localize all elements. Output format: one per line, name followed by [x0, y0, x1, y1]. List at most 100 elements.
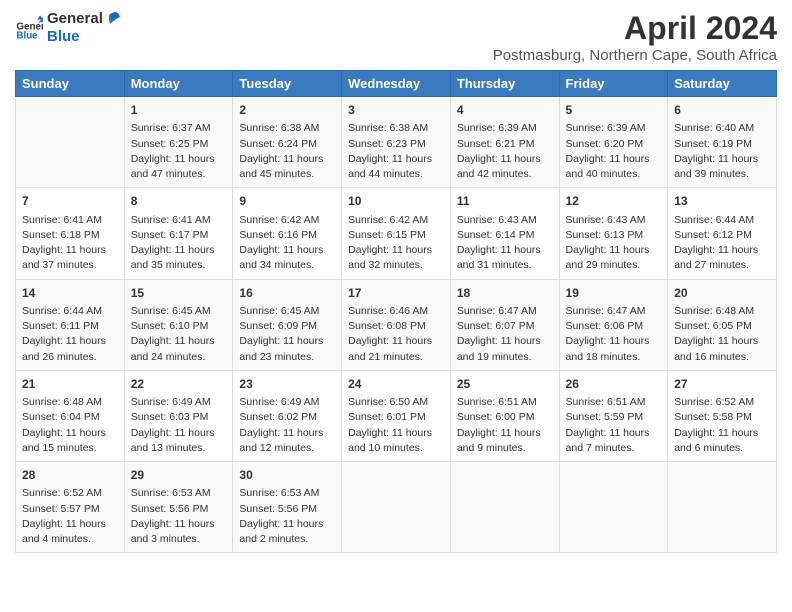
day-info-line: Sunrise: 6:38 AM: [348, 121, 444, 136]
day-info-line: Sunset: 6:23 PM: [348, 137, 444, 152]
day-info-line: Daylight: 11 hours: [348, 243, 444, 258]
day-info-line: Sunrise: 6:45 AM: [239, 304, 335, 319]
day-number: 28: [22, 467, 118, 484]
day-number: 10: [348, 193, 444, 210]
day-info-line: Sunset: 5:56 PM: [131, 502, 227, 517]
day-info-line: Sunset: 6:18 PM: [22, 228, 118, 243]
calendar-cell: 10Sunrise: 6:42 AMSunset: 6:15 PMDayligh…: [342, 188, 451, 279]
day-info-line: Daylight: 11 hours: [566, 334, 662, 349]
day-info-line: Sunrise: 6:46 AM: [348, 304, 444, 319]
calendar-cell: 22 Sunrise: 6:49 AMSunset: 6:03 PMDayligh…: [124, 370, 233, 461]
day-info-line: Daylight: 11 hours: [566, 426, 662, 441]
day-info-line: and 13 minutes.: [131, 441, 227, 456]
week-row-2: 7Sunrise: 6:41 AMSunset: 6:18 PMDaylight…: [16, 188, 777, 279]
day-info-line: and 40 minutes.: [566, 167, 662, 182]
header-saturday: Saturday: [668, 71, 777, 97]
calendar-cell: 7Sunrise: 6:41 AMSunset: 6:18 PMDaylight…: [16, 188, 125, 279]
day-info-line: and 39 minutes.: [674, 167, 770, 182]
day-number: 8: [131, 193, 227, 210]
day-number: 13: [674, 193, 770, 210]
calendar-cell: 2Sunrise: 6:38 AMSunset: 6:24 PMDaylight…: [233, 97, 342, 188]
day-info-line: and 7 minutes.: [566, 441, 662, 456]
day-info-line: and 31 minutes.: [457, 258, 553, 273]
day-info-line: Sunset: 5:59 PM: [566, 410, 662, 425]
calendar-cell: 1Sunrise: 6:37 AMSunset: 6:25 PMDaylight…: [124, 97, 233, 188]
day-info-line: and 12 minutes.: [239, 441, 335, 456]
day-info-line: and 21 minutes.: [348, 350, 444, 365]
calendar-cell: 20Sunrise: 6:48 AMSunset: 6:05 PMDayligh…: [668, 279, 777, 370]
header-sunday: Sunday: [16, 71, 125, 97]
day-info-line: Sunset: 6:12 PM: [674, 228, 770, 243]
day-number: 22: [131, 376, 227, 393]
day-info-line: Sunrise: 6:51 AM: [457, 395, 553, 410]
day-info-line: Sunset: 6:13 PM: [566, 228, 662, 243]
day-info-line: Daylight: 11 hours: [22, 243, 118, 258]
day-number: 2: [239, 102, 335, 119]
svg-text:Blue: Blue: [16, 31, 38, 42]
header-tuesday: Tuesday: [233, 71, 342, 97]
calendar-cell: 19Sunrise: 6:47 AMSunset: 6:06 PMDayligh…: [559, 279, 668, 370]
day-number: 16: [239, 285, 335, 302]
day-info-line: Sunrise: 6:51 AM: [566, 395, 662, 410]
day-info-line: Sunset: 6:09 PM: [239, 319, 335, 334]
day-info-line: Sunset: 6:14 PM: [457, 228, 553, 243]
calendar-cell: 29Sunrise: 6:53 AMSunset: 5:56 PMDayligh…: [124, 462, 233, 553]
day-number: 30: [239, 467, 335, 484]
day-number: 20: [674, 285, 770, 302]
day-number: 9: [239, 193, 335, 210]
day-info-line: and 26 minutes.: [22, 350, 118, 365]
calendar-cell: [450, 462, 559, 553]
calendar-cell: 6Sunrise: 6:40 AMSunset: 6:19 PMDaylight…: [668, 97, 777, 188]
day-info-line: and 32 minutes.: [348, 258, 444, 273]
day-info-line: Daylight: 11 hours: [457, 243, 553, 258]
day-number: 18: [457, 285, 553, 302]
day-info-line: Daylight: 11 hours: [22, 517, 118, 532]
week-row-5: 28Sunrise: 6:52 AMSunset: 5:57 PMDayligh…: [16, 462, 777, 553]
calendar-cell: 14Sunrise: 6:44 AMSunset: 6:11 PMDayligh…: [16, 279, 125, 370]
day-info-line: and 24 minutes.: [131, 350, 227, 365]
day-info-line: Sunset: 6:02 PM: [239, 410, 335, 425]
day-info-line: Sunrise: 6:52 AM: [22, 486, 118, 501]
day-info-line: Sunset: 6:16 PM: [239, 228, 335, 243]
day-info-line: Daylight: 11 hours: [239, 426, 335, 441]
day-number: 14: [22, 285, 118, 302]
calendar-cell: 30Sunrise: 6:53 AMSunset: 5:56 PMDayligh…: [233, 462, 342, 553]
day-info-line: Sunrise: 6:45 AM: [131, 304, 227, 319]
day-info-line: Sunset: 6:17 PM: [131, 228, 227, 243]
day-info-line: and 4 minutes.: [22, 532, 118, 547]
day-info-line: Daylight: 11 hours: [131, 426, 227, 441]
day-number: 4: [457, 102, 553, 119]
calendar-cell: 16Sunrise: 6:45 AMSunset: 6:09 PMDayligh…: [233, 279, 342, 370]
day-info-line: and 35 minutes.: [131, 258, 227, 273]
day-info-line: and 37 minutes.: [22, 258, 118, 273]
day-info-line: Sunset: 6:21 PM: [457, 137, 553, 152]
day-number: 17: [348, 285, 444, 302]
logo: General Blue General Blue: [15, 10, 120, 46]
day-info-line: Sunrise: 6:49 AM: [131, 395, 227, 410]
day-number: 6: [674, 102, 770, 119]
day-info-line: Daylight: 11 hours: [131, 517, 227, 532]
week-row-4: 21Sunrise: 6:48 AMSunset: 6:04 PMDayligh…: [16, 370, 777, 461]
day-info-line: and 19 minutes.: [457, 350, 553, 365]
day-info-line: Daylight: 11 hours: [457, 334, 553, 349]
day-number: 29: [131, 467, 227, 484]
day-info-line: Daylight: 11 hours: [239, 243, 335, 258]
calendar-cell: 23Sunrise: 6:49 AMSunset: 6:02 PMDayligh…: [233, 370, 342, 461]
day-info-line: Sunset: 6:01 PM: [348, 410, 444, 425]
calendar-cell: 5Sunrise: 6:39 AMSunset: 6:20 PMDaylight…: [559, 97, 668, 188]
calendar-cell: [559, 462, 668, 553]
day-info-line: Sunset: 6:03 PM: [131, 410, 227, 425]
day-info-line: Sunrise: 6:40 AM: [674, 121, 770, 136]
calendar-body: 1Sunrise: 6:37 AMSunset: 6:25 PMDaylight…: [16, 97, 777, 553]
calendar-cell: 13Sunrise: 6:44 AMSunset: 6:12 PMDayligh…: [668, 188, 777, 279]
day-info-line: Daylight: 11 hours: [348, 152, 444, 167]
header-row: SundayMondayTuesdayWednesdayThursdayFrid…: [16, 71, 777, 97]
day-info-line: Sunset: 6:06 PM: [566, 319, 662, 334]
day-info-line: and 23 minutes.: [239, 350, 335, 365]
day-info-line: Sunset: 6:24 PM: [239, 137, 335, 152]
day-info-line: Sunrise: 6:44 AM: [674, 213, 770, 228]
day-info-line: Sunrise: 6:50 AM: [348, 395, 444, 410]
day-info-line: Daylight: 11 hours: [457, 152, 553, 167]
calendar-cell: [342, 462, 451, 553]
day-info-line: Daylight: 11 hours: [457, 426, 553, 441]
